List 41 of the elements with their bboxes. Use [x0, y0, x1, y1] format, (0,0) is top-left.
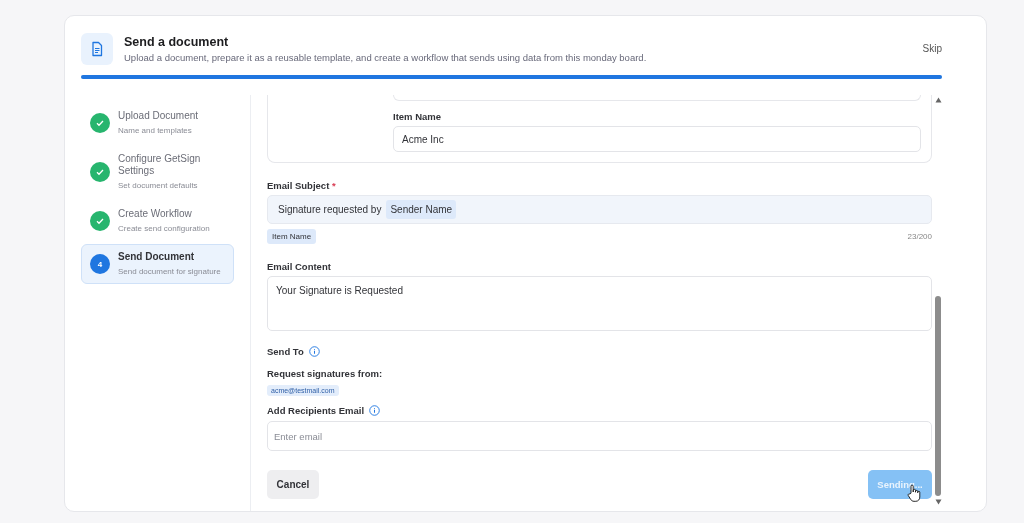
- document-icon: [81, 32, 113, 65]
- email-field[interactable]: Enter email: [267, 421, 932, 451]
- scrollbar-thumb[interactable]: [935, 296, 941, 496]
- step-title: Send Document: [118, 251, 196, 263]
- required-mark: *: [331, 180, 336, 191]
- character-counter: 23/200: [907, 232, 932, 241]
- step-item[interactable]: Upload Document Name and templates: [81, 103, 234, 143]
- subject-text: Signature requested by: [278, 204, 382, 215]
- scroll-up-icon[interactable]: [934, 97, 942, 103]
- check-icon: [90, 211, 110, 231]
- field-label: Request signatures from:: [267, 368, 384, 379]
- step-title: Upload Document: [118, 110, 199, 122]
- item-name-field[interactable]: Acme Inc: [393, 126, 921, 152]
- check-icon: [90, 162, 110, 182]
- check-icon: [90, 113, 110, 133]
- step-subtitle: Name and templates: [118, 125, 193, 136]
- variable-chip[interactable]: Item Name: [267, 229, 317, 244]
- field-label: Add Recipients Email: [267, 405, 365, 416]
- step-item[interactable]: Configure GetSign Settings Set document defaults: [81, 146, 234, 198]
- subject-field[interactable]: Signature requested by Sender Name: [267, 195, 932, 224]
- field-label: Item Name: [393, 111, 443, 122]
- step-item[interactable]: Create Workflow Create send configuration: [81, 201, 234, 241]
- dialog-subtitle: Upload a document, prepare it as a reusable template, and create a workflow that sends using data from this monday board.: [124, 51, 648, 63]
- step-subtitle: Send document for signature: [118, 266, 221, 277]
- info-icon[interactable]: [308, 346, 320, 357]
- step-subtitle: Set document defaults: [118, 180, 199, 191]
- info-icon[interactable]: [369, 405, 381, 416]
- dialog-title: Send a document: [124, 34, 230, 49]
- email-content-field[interactable]: Your Signature is Requested: [267, 276, 932, 331]
- variable-tag[interactable]: Sender Name: [386, 200, 457, 219]
- step-item[interactable]: 4 Send Document Send document for signature: [81, 244, 234, 284]
- step-subtitle: Create send configuration: [118, 223, 210, 234]
- step-title: Create Workflow: [118, 208, 193, 220]
- cancel-button[interactable]: Cancel: [267, 470, 319, 499]
- step-number: 4: [90, 254, 110, 274]
- section-label: Send To: [267, 346, 304, 357]
- skip-button[interactable]: Skip: [916, 39, 948, 58]
- field-label: Email Content: [267, 261, 332, 272]
- step-title: Configure GetSign Settings: [118, 153, 202, 177]
- field-label: Email Subject: [267, 180, 330, 191]
- scroll-down-icon[interactable]: [934, 499, 942, 505]
